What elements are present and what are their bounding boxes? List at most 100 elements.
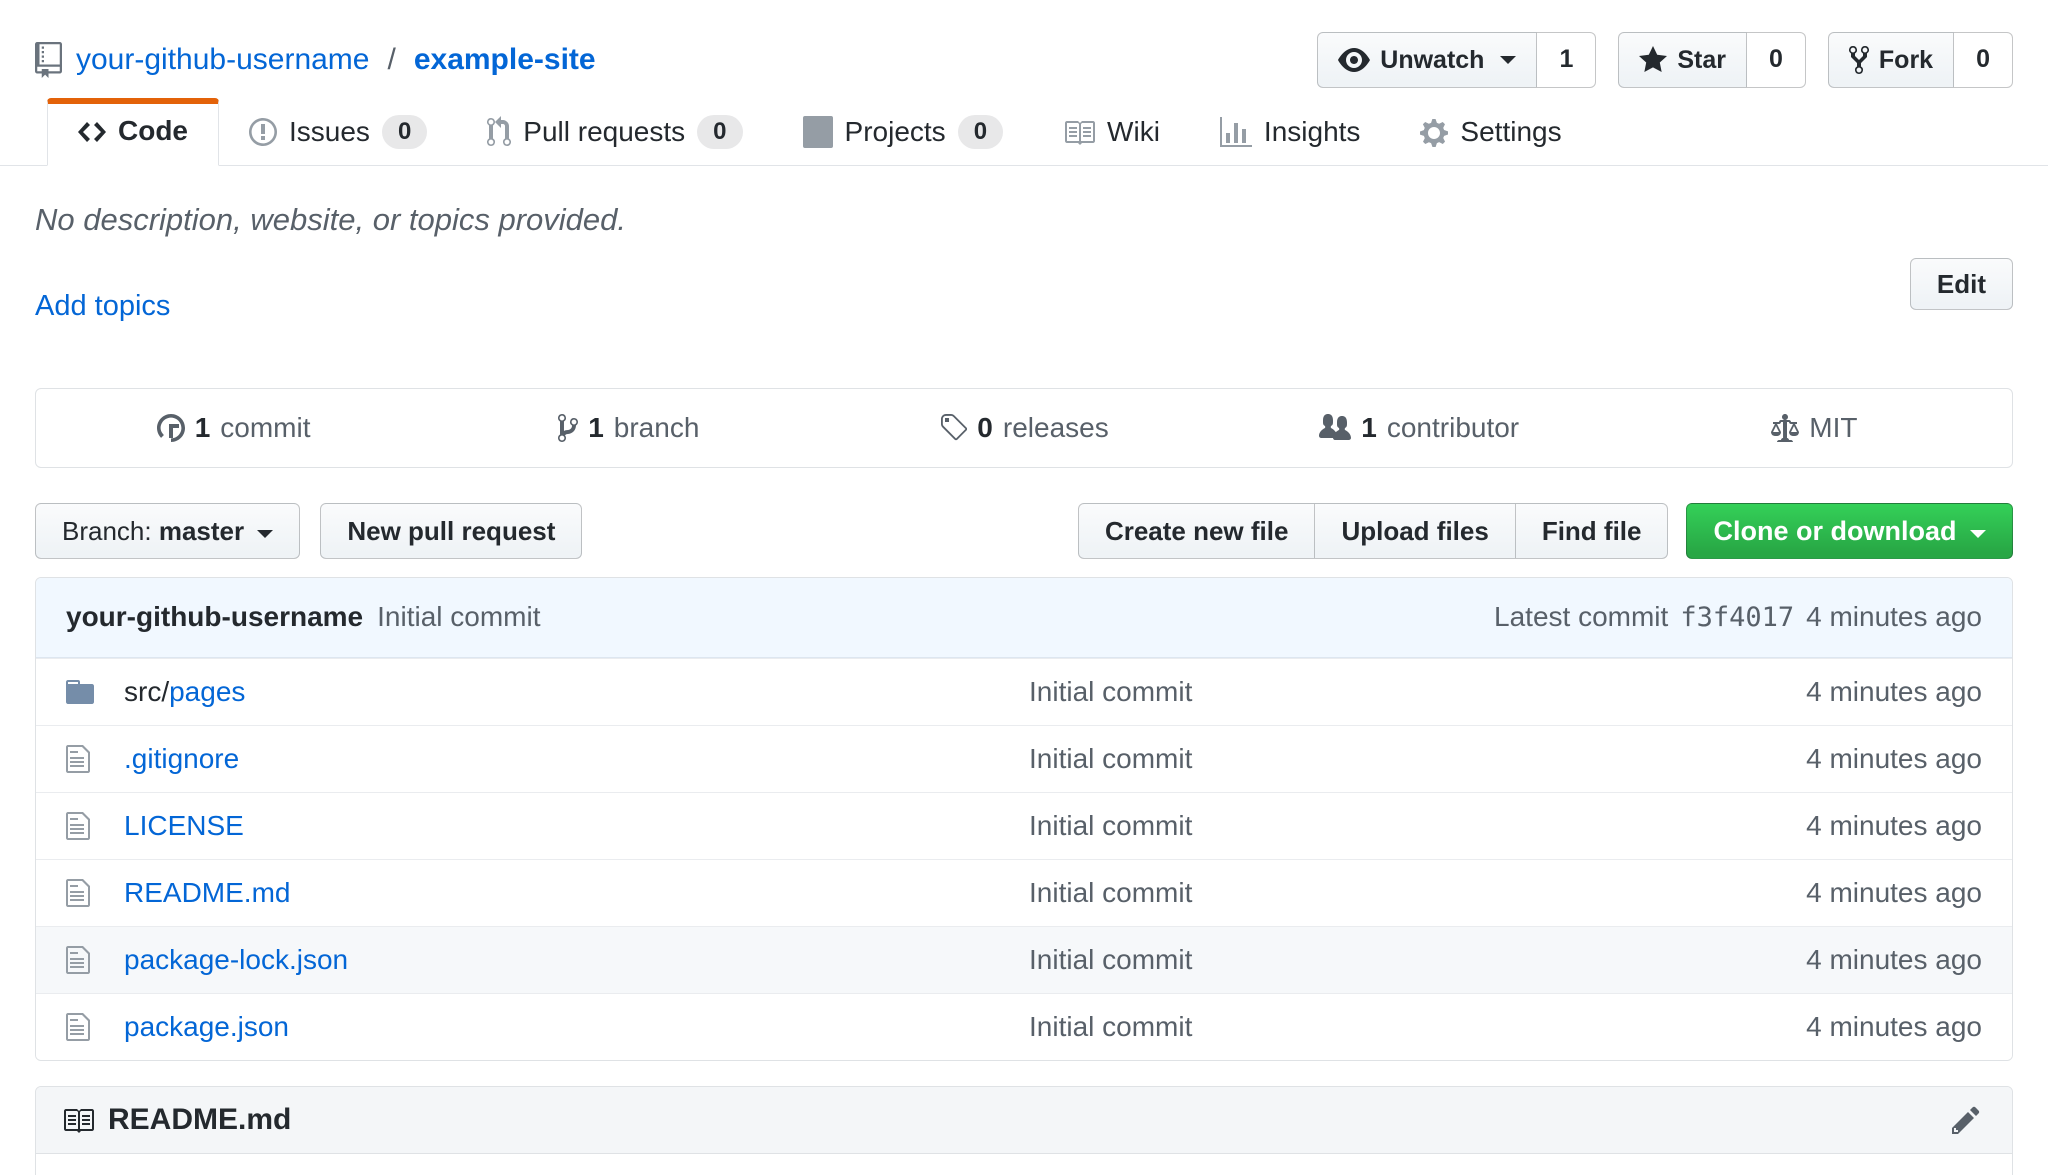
stat-releases[interactable]: 0 releases: [826, 411, 1221, 445]
file-commit-message[interactable]: Initial commit: [1029, 743, 1192, 774]
stat-contributors[interactable]: 1 contributor: [1222, 411, 1617, 445]
tag-icon: [939, 411, 967, 445]
new-pull-request-button[interactable]: New pull request: [320, 503, 582, 559]
tab-settings[interactable]: Settings: [1390, 99, 1591, 165]
clone-button-label: Clone or download: [1713, 516, 1956, 546]
contributors-label: contributor: [1387, 412, 1519, 444]
star-icon: [1639, 44, 1667, 76]
pagehead-actions: Unwatch 1 Star 0: [1317, 32, 2013, 88]
create-new-file-button[interactable]: Create new file: [1078, 503, 1316, 559]
license-label: MIT: [1809, 412, 1857, 444]
file-navigation: Branch: master New pull request Create n…: [35, 503, 2013, 559]
clone-caret-icon: [1970, 530, 1986, 538]
branch-select-button[interactable]: Branch: master: [35, 503, 300, 559]
repo-link[interactable]: example-site: [414, 43, 596, 77]
tab-settings-label: Settings: [1460, 116, 1561, 148]
history-icon: [157, 411, 185, 445]
upload-files-button[interactable]: Upload files: [1314, 503, 1515, 559]
file-icon: [66, 1010, 124, 1044]
issues-count-badge: 0: [382, 115, 427, 149]
file-name-link[interactable]: .gitignore: [124, 743, 239, 774]
clone-or-download-button[interactable]: Clone or download: [1686, 503, 2013, 559]
branches-label: branch: [614, 412, 700, 444]
file-age: 4 minutes ago: [1652, 810, 1982, 842]
file-icon: [66, 943, 124, 977]
file-row: LICENSE Initial commit 4 minutes ago: [36, 792, 2012, 859]
branches-count: 1: [588, 412, 604, 444]
watch-group: Unwatch 1: [1317, 32, 1596, 88]
latest-commit-label: Latest commit: [1494, 601, 1668, 633]
repo-description: No description, website, or topics provi…: [35, 200, 626, 240]
tab-issues[interactable]: Issues 0: [219, 99, 457, 165]
stat-commits[interactable]: 1 commit: [36, 411, 431, 445]
commits-label: commit: [220, 412, 310, 444]
contributors-count: 1: [1361, 412, 1377, 444]
file-name-link[interactable]: package-lock.json: [124, 944, 348, 975]
stats-bar: 1 commit 1 branch 0 releases 1 contribut…: [35, 388, 2013, 468]
git-branch-icon: [558, 411, 578, 445]
readme-header: README.md: [36, 1087, 2012, 1154]
commit-tease: your-github-username Initial commit Late…: [36, 578, 2012, 658]
fork-count[interactable]: 0: [1954, 32, 2013, 88]
tab-pull-requests[interactable]: Pull requests 0: [457, 99, 772, 165]
people-icon: [1319, 411, 1351, 445]
releases-label: releases: [1003, 412, 1109, 444]
tab-projects[interactable]: Projects 0: [773, 99, 1034, 165]
file-actions-group: Create new file Upload files Find file: [1078, 503, 1669, 559]
file-name-link[interactable]: pages: [169, 676, 245, 707]
file-row: .gitignore Initial commit 4 minutes ago: [36, 725, 2012, 792]
commit-author-link[interactable]: your-github-username: [66, 601, 363, 633]
file-commit-message[interactable]: Initial commit: [1029, 1011, 1192, 1042]
breadcrumb: your-github-username / example-site: [35, 42, 596, 78]
file-commit-message[interactable]: Initial commit: [1029, 877, 1192, 908]
fork-button[interactable]: Fork: [1828, 32, 1954, 88]
find-file-button[interactable]: Find file: [1515, 503, 1669, 559]
commits-count: 1: [195, 412, 211, 444]
latest-commit-age: 4 minutes ago: [1806, 601, 1982, 633]
releases-count: 0: [977, 412, 993, 444]
file-row: package.json Initial commit 4 minutes ag…: [36, 993, 2012, 1060]
edit-readme-button[interactable]: [1946, 1103, 1986, 1137]
file-age: 4 minutes ago: [1652, 676, 1982, 708]
tab-insights[interactable]: Insights: [1190, 99, 1391, 165]
folder-icon: [66, 675, 124, 709]
readme-section: README.md: [35, 1086, 2013, 1175]
stat-license[interactable]: MIT: [1617, 411, 2012, 445]
star-label: Star: [1677, 45, 1726, 75]
file-commit-message[interactable]: Initial commit: [1029, 944, 1192, 975]
tab-code[interactable]: Code: [47, 98, 219, 166]
file-age: 4 minutes ago: [1652, 1011, 1982, 1043]
about-section: No description, website, or topics provi…: [35, 200, 2013, 324]
tab-wiki[interactable]: Wiki: [1033, 99, 1190, 165]
tab-insights-label: Insights: [1264, 116, 1361, 148]
repo-icon: [35, 42, 62, 78]
file-commit-message[interactable]: Initial commit: [1029, 676, 1192, 707]
tab-projects-label: Projects: [845, 116, 946, 148]
stat-branches[interactable]: 1 branch: [431, 411, 826, 445]
star-group: Star 0: [1618, 32, 1806, 88]
files-box: your-github-username Initial commit Late…: [35, 577, 2013, 1061]
add-topics-link[interactable]: Add topics: [35, 288, 170, 324]
file-commit-message[interactable]: Initial commit: [1029, 810, 1192, 841]
commit-sha-link[interactable]: f3f4017: [1680, 602, 1794, 633]
file-name-link[interactable]: LICENSE: [124, 810, 244, 841]
git-pull-request-icon: [487, 115, 511, 149]
file-row: src/pages Initial commit 4 minutes ago: [36, 658, 2012, 725]
book-icon: [62, 1103, 94, 1137]
owner-link[interactable]: your-github-username: [76, 43, 369, 77]
file-name-link[interactable]: README.md: [124, 877, 290, 908]
readme-title: README.md: [108, 1103, 291, 1137]
unwatch-button[interactable]: Unwatch: [1317, 32, 1537, 88]
file-age: 4 minutes ago: [1652, 944, 1982, 976]
pull-requests-count-badge: 0: [697, 115, 742, 149]
star-count[interactable]: 0: [1747, 32, 1806, 88]
commit-message-link[interactable]: Initial commit: [377, 601, 540, 633]
star-button[interactable]: Star: [1618, 32, 1747, 88]
edit-button[interactable]: Edit: [1910, 258, 2013, 310]
watch-count[interactable]: 1: [1537, 32, 1596, 88]
unwatch-label: Unwatch: [1380, 45, 1484, 75]
unwatch-caret-icon: [1500, 56, 1516, 64]
graph-icon: [1220, 115, 1252, 149]
file-row: README.md Initial commit 4 minutes ago: [36, 859, 2012, 926]
file-name-link[interactable]: package.json: [124, 1011, 289, 1042]
